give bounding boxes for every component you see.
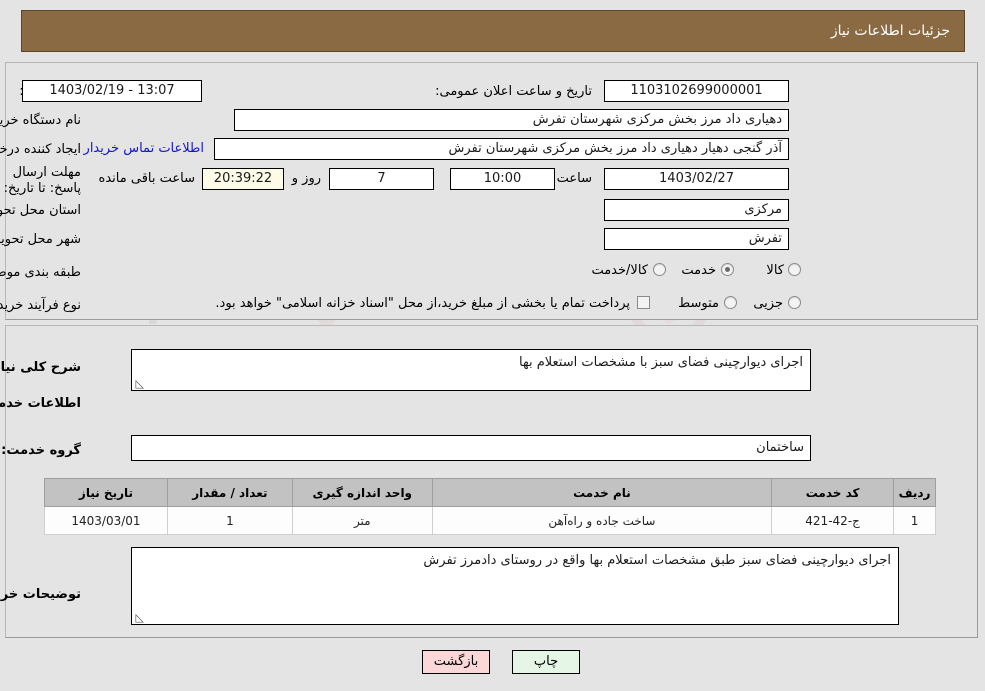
islamic-treasury-label: پرداخت تمام یا بخشی از مبلغ خرید،از محل … bbox=[216, 296, 631, 311]
delivery-city-label: شهر محل تحویل: bbox=[0, 232, 82, 247]
announce-datetime-label: تاریخ و ساعت اعلان عمومی: bbox=[436, 84, 593, 99]
announce-datetime-value: 13:07 - 1403/02/19 bbox=[23, 80, 203, 102]
deadline-days-value: 7 bbox=[330, 168, 435, 190]
radio-subject-kala-khedmat[interactable] bbox=[654, 263, 667, 276]
radio-process-jozi-label: جزیی bbox=[754, 296, 784, 311]
buyer-notes-label: توضیحات خریدار: bbox=[0, 587, 82, 602]
col-service-code: کد خدمت bbox=[772, 478, 896, 507]
deadline-countdown-label: ساعت باقی مانده bbox=[99, 171, 196, 186]
radio-subject-kala-label: کالا bbox=[767, 263, 785, 278]
radio-subject-khedmat[interactable] bbox=[722, 263, 735, 276]
radio-process-jozi[interactable] bbox=[789, 296, 802, 309]
delivery-city-value: تفرش bbox=[605, 228, 790, 250]
service-group-label: گروه خدمت: bbox=[2, 443, 82, 458]
cell-row-no: 1 bbox=[894, 506, 937, 535]
request-creator-label: ایجاد کننده درخواست: bbox=[0, 142, 82, 157]
table-header-row: ردیف کد خدمت نام خدمت واحد اندازه گیری ت… bbox=[45, 478, 937, 507]
request-creator-value: آذر گنجی دهیار دهیاری داد مرز بخش مرکزی … bbox=[215, 138, 790, 160]
deadline-days-label: روز و bbox=[292, 171, 322, 186]
general-description-value: اجرای دیوارچینی فضای سبز با مشخصات استعل… bbox=[520, 355, 804, 370]
radio-subject-kala-khedmat-label: کالا/خدمت bbox=[592, 263, 649, 278]
col-unit: واحد اندازه گیری bbox=[292, 478, 434, 507]
cell-unit: متر bbox=[292, 506, 434, 535]
radio-process-motavasset-label: متوسط bbox=[679, 296, 720, 311]
cell-service-code: ج-42-421 bbox=[772, 506, 896, 535]
purchase-process-label: نوع فرآیند خرید : bbox=[0, 298, 82, 313]
checkbox-islamic-treasury[interactable] bbox=[638, 296, 651, 309]
general-description-label: شرح کلی نیاز: bbox=[0, 360, 82, 375]
radio-process-motavasset[interactable] bbox=[725, 296, 738, 309]
cell-service-name: ساخت جاده و راه‌آهن bbox=[432, 506, 774, 535]
col-quantity: تعداد / مقدار bbox=[167, 478, 294, 507]
subject-category-label: طبقه بندی موضوعی: bbox=[0, 265, 82, 280]
resize-grip-icon-2[interactable]: ◺ bbox=[135, 612, 145, 623]
deadline-date-value: 1403/02/27 bbox=[605, 168, 790, 190]
buyer-contact-link[interactable]: اطلاعات تماس خریدار bbox=[85, 141, 205, 157]
services-table: ردیف کد خدمت نام خدمت واحد اندازه گیری ت… bbox=[45, 478, 937, 535]
cell-need-date: 1403/03/01 bbox=[45, 506, 169, 535]
deadline-countdown-value: 20:39:22 bbox=[203, 168, 285, 190]
print-button[interactable]: چاپ bbox=[513, 650, 581, 674]
page-title: جزئیات اطلاعات نیاز bbox=[831, 23, 951, 39]
table-row: 1 ج-42-421 ساخت جاده و راه‌آهن متر 1 140… bbox=[45, 506, 937, 535]
delivery-province-value: مرکزی bbox=[605, 199, 790, 221]
delivery-province-label: استان محل تحویل: bbox=[0, 203, 82, 218]
service-group-value: ساختمان bbox=[132, 435, 812, 461]
col-need-date: تاریخ نیاز bbox=[45, 478, 169, 507]
page-root: جزئیات اطلاعات نیاز AriaTender.net شماره… bbox=[0, 0, 985, 691]
buyer-org-value: دهیاری داد مرز بخش مرکزی شهرستان تفرش bbox=[235, 109, 790, 131]
buyer-org-label: نام دستگاه خریدار: bbox=[0, 113, 82, 128]
deadline-hour-value: 10:00 bbox=[451, 168, 556, 190]
general-description-textarea[interactable]: اجرای دیوارچینی فضای سبز با مشخصات استعل… bbox=[132, 349, 812, 391]
radio-subject-khedmat-label: خدمت bbox=[682, 263, 717, 278]
need-number-value: 1103102699000001 bbox=[605, 80, 790, 102]
cell-quantity: 1 bbox=[167, 506, 294, 535]
buyer-notes-textarea[interactable]: اجرای دیوارچینی فضای سبز طبق مشخصات استع… bbox=[132, 547, 900, 625]
col-row-no: ردیف bbox=[894, 478, 937, 507]
page-header: جزئیات اطلاعات نیاز bbox=[22, 10, 966, 52]
resize-grip-icon[interactable]: ◺ bbox=[135, 378, 145, 389]
buyer-notes-value: اجرای دیوارچینی فضای سبز طبق مشخصات استع… bbox=[424, 553, 892, 568]
back-button[interactable]: بازگشت bbox=[423, 650, 491, 674]
deadline-label: مهلت ارسال پاسخ: تا تاریخ: bbox=[4, 165, 82, 196]
deadline-hour-label: ساعت bbox=[557, 171, 593, 186]
radio-subject-kala[interactable] bbox=[789, 263, 802, 276]
services-section-heading: اطلاعات خدمات مورد نیاز bbox=[0, 396, 82, 411]
col-service-name: نام خدمت bbox=[432, 478, 774, 507]
